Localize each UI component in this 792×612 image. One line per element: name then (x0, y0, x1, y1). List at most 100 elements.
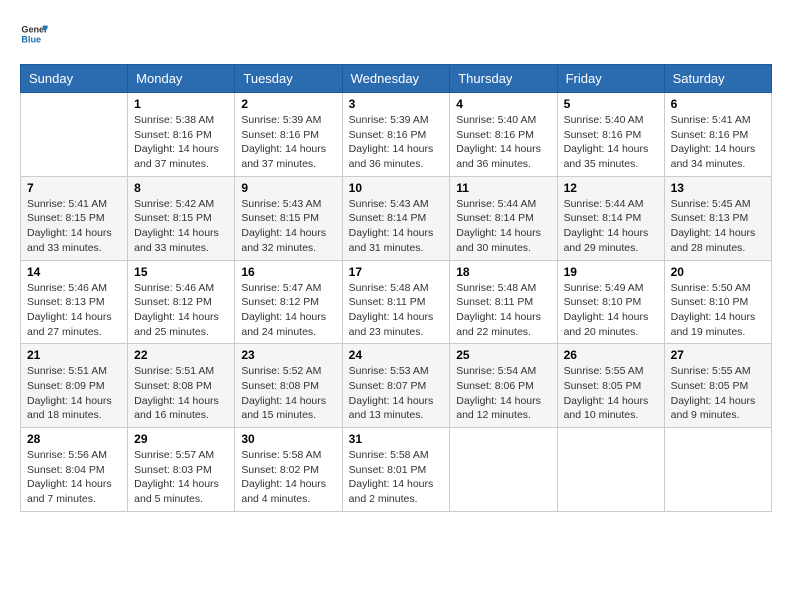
day-info: Sunrise: 5:55 AM Sunset: 8:05 PM Dayligh… (671, 364, 765, 423)
calendar-cell: 20 Sunrise: 5:50 AM Sunset: 8:10 PM Dayl… (664, 260, 771, 344)
calendar-cell: 27 Sunrise: 5:55 AM Sunset: 8:05 PM Dayl… (664, 344, 771, 428)
day-info: Sunrise: 5:52 AM Sunset: 8:08 PM Dayligh… (241, 364, 335, 423)
header-thursday: Thursday (450, 65, 557, 93)
calendar-week-4: 21 Sunrise: 5:51 AM Sunset: 8:09 PM Dayl… (21, 344, 772, 428)
calendar-cell: 22 Sunrise: 5:51 AM Sunset: 8:08 PM Dayl… (128, 344, 235, 428)
day-info: Sunrise: 5:45 AM Sunset: 8:13 PM Dayligh… (671, 197, 765, 256)
day-number: 13 (671, 181, 765, 195)
calendar-week-5: 28 Sunrise: 5:56 AM Sunset: 8:04 PM Dayl… (21, 428, 772, 512)
calendar-cell: 7 Sunrise: 5:41 AM Sunset: 8:15 PM Dayli… (21, 176, 128, 260)
day-info: Sunrise: 5:54 AM Sunset: 8:06 PM Dayligh… (456, 364, 550, 423)
day-info: Sunrise: 5:58 AM Sunset: 8:02 PM Dayligh… (241, 448, 335, 507)
calendar-cell: 15 Sunrise: 5:46 AM Sunset: 8:12 PM Dayl… (128, 260, 235, 344)
header-saturday: Saturday (664, 65, 771, 93)
calendar-cell: 29 Sunrise: 5:57 AM Sunset: 8:03 PM Dayl… (128, 428, 235, 512)
calendar-cell: 18 Sunrise: 5:48 AM Sunset: 8:11 PM Dayl… (450, 260, 557, 344)
calendar-cell: 21 Sunrise: 5:51 AM Sunset: 8:09 PM Dayl… (21, 344, 128, 428)
day-number: 23 (241, 348, 335, 362)
calendar-cell: 23 Sunrise: 5:52 AM Sunset: 8:08 PM Dayl… (235, 344, 342, 428)
day-number: 4 (456, 97, 550, 111)
logo-icon: General Blue (20, 20, 48, 48)
day-info: Sunrise: 5:42 AM Sunset: 8:15 PM Dayligh… (134, 197, 228, 256)
calendar-cell: 1 Sunrise: 5:38 AM Sunset: 8:16 PM Dayli… (128, 93, 235, 177)
calendar-cell: 5 Sunrise: 5:40 AM Sunset: 8:16 PM Dayli… (557, 93, 664, 177)
calendar-cell: 28 Sunrise: 5:56 AM Sunset: 8:04 PM Dayl… (21, 428, 128, 512)
calendar-table: SundayMondayTuesdayWednesdayThursdayFrid… (20, 64, 772, 512)
calendar-cell: 25 Sunrise: 5:54 AM Sunset: 8:06 PM Dayl… (450, 344, 557, 428)
calendar-week-1: 1 Sunrise: 5:38 AM Sunset: 8:16 PM Dayli… (21, 93, 772, 177)
calendar-cell: 24 Sunrise: 5:53 AM Sunset: 8:07 PM Dayl… (342, 344, 450, 428)
day-info: Sunrise: 5:51 AM Sunset: 8:08 PM Dayligh… (134, 364, 228, 423)
svg-text:Blue: Blue (21, 34, 41, 44)
day-info: Sunrise: 5:41 AM Sunset: 8:15 PM Dayligh… (27, 197, 121, 256)
day-number: 8 (134, 181, 228, 195)
day-number: 30 (241, 432, 335, 446)
calendar-cell: 12 Sunrise: 5:44 AM Sunset: 8:14 PM Dayl… (557, 176, 664, 260)
calendar-cell: 8 Sunrise: 5:42 AM Sunset: 8:15 PM Dayli… (128, 176, 235, 260)
day-number: 31 (349, 432, 444, 446)
day-info: Sunrise: 5:39 AM Sunset: 8:16 PM Dayligh… (241, 113, 335, 172)
header-monday: Monday (128, 65, 235, 93)
day-info: Sunrise: 5:39 AM Sunset: 8:16 PM Dayligh… (349, 113, 444, 172)
day-info: Sunrise: 5:38 AM Sunset: 8:16 PM Dayligh… (134, 113, 228, 172)
day-number: 29 (134, 432, 228, 446)
calendar-cell: 19 Sunrise: 5:49 AM Sunset: 8:10 PM Dayl… (557, 260, 664, 344)
day-number: 19 (564, 265, 658, 279)
day-number: 7 (27, 181, 121, 195)
day-info: Sunrise: 5:40 AM Sunset: 8:16 PM Dayligh… (564, 113, 658, 172)
day-info: Sunrise: 5:46 AM Sunset: 8:13 PM Dayligh… (27, 281, 121, 340)
day-info: Sunrise: 5:49 AM Sunset: 8:10 PM Dayligh… (564, 281, 658, 340)
day-number: 22 (134, 348, 228, 362)
day-number: 20 (671, 265, 765, 279)
calendar-cell: 31 Sunrise: 5:58 AM Sunset: 8:01 PM Dayl… (342, 428, 450, 512)
calendar-cell (450, 428, 557, 512)
day-number: 12 (564, 181, 658, 195)
calendar-week-2: 7 Sunrise: 5:41 AM Sunset: 8:15 PM Dayli… (21, 176, 772, 260)
calendar-cell: 30 Sunrise: 5:58 AM Sunset: 8:02 PM Dayl… (235, 428, 342, 512)
calendar-cell: 16 Sunrise: 5:47 AM Sunset: 8:12 PM Dayl… (235, 260, 342, 344)
calendar-cell (664, 428, 771, 512)
day-number: 15 (134, 265, 228, 279)
header-wednesday: Wednesday (342, 65, 450, 93)
day-info: Sunrise: 5:48 AM Sunset: 8:11 PM Dayligh… (349, 281, 444, 340)
day-info: Sunrise: 5:50 AM Sunset: 8:10 PM Dayligh… (671, 281, 765, 340)
calendar-cell: 2 Sunrise: 5:39 AM Sunset: 8:16 PM Dayli… (235, 93, 342, 177)
day-number: 10 (349, 181, 444, 195)
calendar-cell: 4 Sunrise: 5:40 AM Sunset: 8:16 PM Dayli… (450, 93, 557, 177)
day-number: 5 (564, 97, 658, 111)
day-info: Sunrise: 5:43 AM Sunset: 8:14 PM Dayligh… (349, 197, 444, 256)
calendar-cell: 3 Sunrise: 5:39 AM Sunset: 8:16 PM Dayli… (342, 93, 450, 177)
day-number: 2 (241, 97, 335, 111)
day-number: 16 (241, 265, 335, 279)
calendar-header-row: SundayMondayTuesdayWednesdayThursdayFrid… (21, 65, 772, 93)
day-info: Sunrise: 5:43 AM Sunset: 8:15 PM Dayligh… (241, 197, 335, 256)
day-info: Sunrise: 5:51 AM Sunset: 8:09 PM Dayligh… (27, 364, 121, 423)
day-info: Sunrise: 5:41 AM Sunset: 8:16 PM Dayligh… (671, 113, 765, 172)
calendar-cell: 9 Sunrise: 5:43 AM Sunset: 8:15 PM Dayli… (235, 176, 342, 260)
day-number: 11 (456, 181, 550, 195)
day-info: Sunrise: 5:47 AM Sunset: 8:12 PM Dayligh… (241, 281, 335, 340)
calendar-cell: 14 Sunrise: 5:46 AM Sunset: 8:13 PM Dayl… (21, 260, 128, 344)
page-header: General Blue (20, 20, 772, 48)
day-number: 27 (671, 348, 765, 362)
day-number: 3 (349, 97, 444, 111)
day-number: 14 (27, 265, 121, 279)
day-number: 28 (27, 432, 121, 446)
header-sunday: Sunday (21, 65, 128, 93)
day-info: Sunrise: 5:46 AM Sunset: 8:12 PM Dayligh… (134, 281, 228, 340)
day-number: 17 (349, 265, 444, 279)
calendar-cell: 10 Sunrise: 5:43 AM Sunset: 8:14 PM Dayl… (342, 176, 450, 260)
calendar-cell: 26 Sunrise: 5:55 AM Sunset: 8:05 PM Dayl… (557, 344, 664, 428)
day-info: Sunrise: 5:44 AM Sunset: 8:14 PM Dayligh… (564, 197, 658, 256)
day-number: 24 (349, 348, 444, 362)
day-number: 6 (671, 97, 765, 111)
calendar-cell: 13 Sunrise: 5:45 AM Sunset: 8:13 PM Dayl… (664, 176, 771, 260)
logo: General Blue (20, 20, 52, 48)
day-number: 18 (456, 265, 550, 279)
day-number: 9 (241, 181, 335, 195)
header-tuesday: Tuesday (235, 65, 342, 93)
calendar-cell: 17 Sunrise: 5:48 AM Sunset: 8:11 PM Dayl… (342, 260, 450, 344)
calendar-cell (21, 93, 128, 177)
day-number: 25 (456, 348, 550, 362)
calendar-cell: 6 Sunrise: 5:41 AM Sunset: 8:16 PM Dayli… (664, 93, 771, 177)
